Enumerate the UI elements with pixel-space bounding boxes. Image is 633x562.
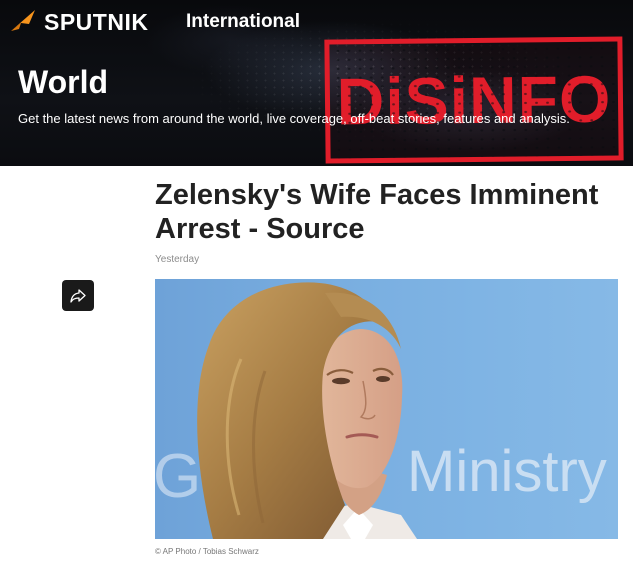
article-photo[interactable]: G Ministry — [155, 279, 618, 539]
edition-link[interactable]: International — [186, 11, 300, 33]
disinfo-stamp: DiSiNFO — [324, 36, 624, 164]
sputnik-logo-icon — [11, 10, 35, 31]
photo-background-letter: G — [155, 442, 201, 511]
share-button[interactable] — [62, 280, 94, 311]
photo-background-text: Ministry — [407, 439, 607, 504]
section-description: Get the latest news from around the worl… — [18, 111, 570, 126]
article-date: Yesterday — [155, 254, 200, 265]
brand-name: SPUTNIK — [44, 8, 149, 35]
section-title: World — [18, 64, 109, 100]
share-arrow-icon — [70, 288, 86, 303]
image-credit: © AP Photo / Tobias Schwarz — [155, 547, 259, 556]
article-headline: Zelensky's Wife Faces Imminent Arrest - … — [155, 179, 599, 245]
section-hero: SPUTNIK International DiSiNFO World Get … — [0, 0, 633, 166]
sputnik-logo[interactable]: SPUTNIK — [8, 7, 148, 37]
article-photo-illustration: G Ministry — [155, 282, 607, 539]
